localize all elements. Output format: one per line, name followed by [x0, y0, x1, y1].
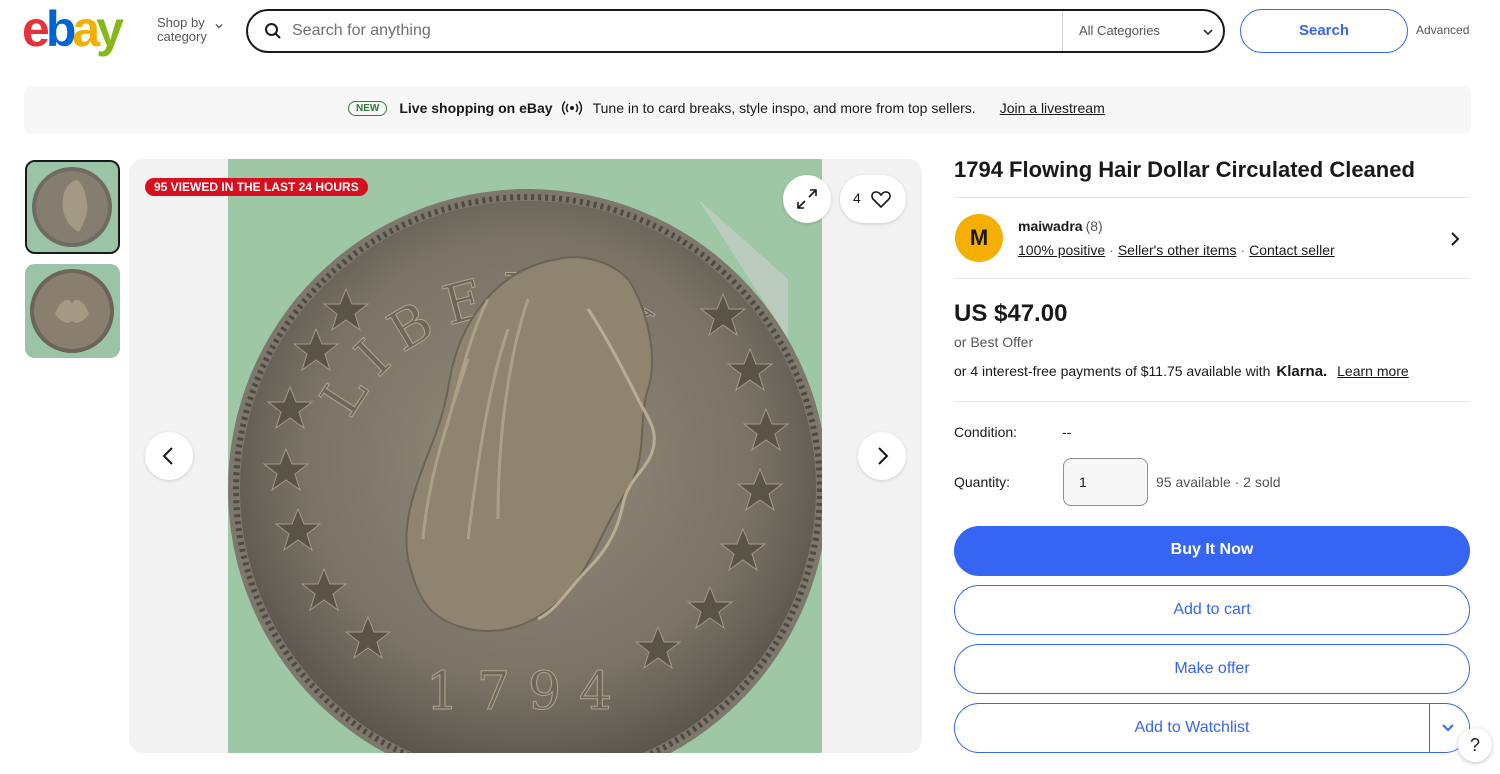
banner-text: Tune in to card breaks, style inspo, and… — [592, 100, 976, 116]
seller-username: maiwadra — [1018, 218, 1083, 234]
condition-label: Condition: — [954, 424, 1018, 440]
divider — [954, 197, 1470, 198]
thumbnail-obverse[interactable] — [25, 160, 120, 254]
thumbnail-reverse[interactable] — [25, 264, 120, 358]
logo-letter-b: b — [45, 1, 76, 57]
contact-seller-link[interactable]: Contact seller — [1249, 242, 1335, 258]
seller-avatar[interactable]: M — [955, 214, 1003, 262]
next-image-button[interactable] — [858, 432, 906, 480]
klarna-logo: Klarna. — [1276, 363, 1328, 380]
make-offer-button[interactable]: Make offer — [954, 644, 1470, 694]
watch-count: 4 — [853, 190, 861, 206]
watchlist-options-chevron-down-icon[interactable] — [1441, 722, 1455, 734]
klarna-text: or 4 interest-free payments of $11.75 av… — [954, 363, 1271, 379]
main-image-gallery: LIBERTY 1794 — [129, 159, 922, 753]
coin-image[interactable]: LIBERTY 1794 — [228, 159, 828, 753]
watchlist-button-group: Add to Watchlist — [954, 703, 1470, 753]
broadcast-icon — [561, 101, 582, 115]
shop-by-category[interactable]: Shop by category — [157, 15, 223, 44]
quantity-input[interactable] — [1063, 458, 1148, 506]
ebay-logo[interactable]: ebay — [22, 1, 124, 57]
expand-image-button[interactable] — [783, 175, 831, 223]
quantity-availability: 95 available · 2 sold — [1156, 474, 1281, 490]
seller-links: 100% positive · Seller's other items · Conta… — [1018, 242, 1335, 258]
klarna-payments: or 4 interest-free payments of $11.75 av… — [954, 363, 1409, 380]
seller-name[interactable]: maiwadra (8) — [1018, 218, 1103, 234]
search-bar: All Categories — [246, 9, 1225, 53]
previous-image-button[interactable] — [145, 432, 193, 480]
logo-letter-y: y — [96, 1, 124, 57]
shop-by-line1: Shop by — [157, 15, 205, 30]
viewed-badge: 95 VIEWED IN THE LAST 24 HOURS — [145, 178, 368, 196]
seller-other-items-link[interactable]: Seller's other items — [1118, 242, 1237, 258]
condition-value: -- — [1062, 424, 1072, 440]
category-select[interactable]: All Categories — [1062, 11, 1225, 51]
banner-title: Live shopping on eBay — [399, 100, 553, 116]
coin-obverse-image: LIBERTY 1794 — [228, 159, 828, 753]
help-button[interactable]: ? — [1458, 728, 1492, 762]
chevron-right-icon[interactable] — [1448, 230, 1462, 248]
chevron-left-icon — [162, 447, 173, 465]
seller-feedback-count: (8) — [1085, 218, 1103, 234]
chevron-down-icon — [1203, 29, 1213, 36]
best-offer-text: or Best Offer — [954, 334, 1034, 350]
quantity-label: Quantity: — [954, 474, 1011, 490]
search-icon — [265, 23, 281, 39]
divider — [954, 401, 1470, 402]
join-livestream-link[interactable]: Join a livestream — [1000, 100, 1105, 116]
new-badge: NEW — [348, 100, 388, 116]
watch-count-button[interactable]: 4 — [840, 175, 906, 223]
coin-year-text: 1794 — [426, 662, 630, 722]
item-title: 1794 Flowing Hair Dollar Circulated Clea… — [954, 157, 1415, 182]
search-button[interactable]: Search — [1240, 9, 1408, 53]
coin-obverse-thumbnail-image — [27, 162, 118, 252]
coin-reverse-thumbnail-image — [25, 264, 120, 358]
item-price: US $47.00 — [954, 300, 1068, 327]
heart-icon — [871, 191, 891, 209]
logo-letter-e: e — [22, 1, 50, 57]
chevron-down-icon — [215, 23, 223, 29]
buy-it-now-button[interactable]: Buy It Now — [954, 526, 1470, 576]
shop-by-line2: category — [157, 29, 207, 44]
category-select-value: All Categories — [1079, 23, 1160, 38]
search-input[interactable] — [292, 11, 1052, 51]
live-shopping-banner: NEW Live shopping on eBay Tune in to car… — [24, 86, 1471, 134]
seller-positive-link[interactable]: 100% positive — [1018, 242, 1105, 258]
add-to-cart-button[interactable]: Add to cart — [954, 585, 1470, 635]
add-to-watchlist-button[interactable]: Add to Watchlist — [955, 704, 1429, 752]
klarna-learn-more-link[interactable]: Learn more — [1337, 363, 1409, 379]
chevron-right-icon — [878, 447, 889, 465]
expand-icon — [797, 189, 817, 209]
divider — [954, 278, 1470, 279]
logo-letter-a: a — [72, 1, 100, 57]
advanced-search-link[interactable]: Advanced — [1416, 23, 1469, 37]
